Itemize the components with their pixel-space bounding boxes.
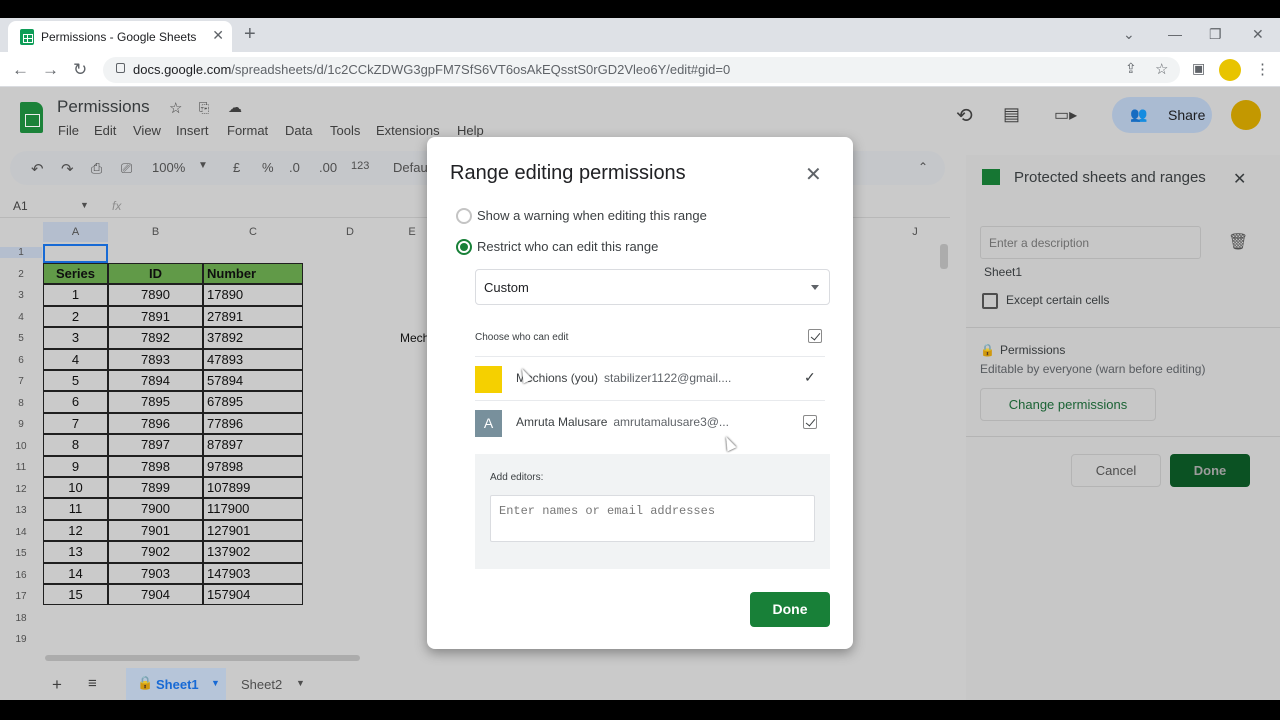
address-bar[interactable]: docs.google.com/spreadsheets/d/1c2CCkZDW… bbox=[103, 57, 1180, 83]
restore-icon[interactable]: ❐ bbox=[1209, 26, 1222, 43]
window-close-icon[interactable]: ✕ bbox=[1252, 26, 1264, 43]
editor-name: Amruta Malusare amrutamalusare3@... bbox=[516, 415, 729, 429]
url-text: docs.google.com/spreadsheets/d/1c2CCkZDW… bbox=[133, 62, 731, 77]
select-all-checkbox[interactable] bbox=[808, 329, 822, 343]
user-avatar-image bbox=[475, 366, 502, 393]
dialog-title: Range editing permissions bbox=[450, 162, 686, 184]
editor-checkbox[interactable] bbox=[803, 415, 817, 429]
restrict-radio[interactable] bbox=[456, 239, 472, 255]
editor-row: A Amruta Malusare amrutamalusare3@... bbox=[475, 400, 825, 444]
warn-option-label[interactable]: Show a warning when editing this range bbox=[477, 208, 707, 223]
add-editors-input[interactable]: Enter names or email addresses bbox=[490, 495, 815, 542]
dialog-done-button[interactable]: Done bbox=[750, 592, 830, 627]
browser-menu-icon[interactable]: ⋮ bbox=[1255, 60, 1270, 78]
tab-strip: Permissions - Google Sheets ✕ bbox=[0, 18, 1280, 52]
add-editors-section: Add editors: Enter names or email addres… bbox=[475, 454, 830, 569]
range-permissions-dialog: Range editing permissions ✕ Show a warni… bbox=[427, 137, 853, 649]
user-avatar-letter: A bbox=[475, 410, 502, 437]
tab-search-icon[interactable]: ⌄ bbox=[1123, 26, 1135, 43]
restrict-option-label[interactable]: Restrict who can edit this range bbox=[477, 239, 658, 254]
screen: Permissions - Google Sheets ✕ + ⌄ — ❐ ✕ … bbox=[0, 0, 1280, 720]
browser-tab[interactable]: Permissions - Google Sheets ✕ bbox=[8, 21, 232, 52]
close-tab-icon[interactable]: ✕ bbox=[212, 27, 224, 44]
dialog-close-icon[interactable]: ✕ bbox=[805, 162, 822, 187]
editor-name: Mechions (you) stabilizer1122@gmail.... bbox=[516, 371, 732, 385]
editor-check-icon[interactable]: ✓ bbox=[804, 369, 816, 386]
choose-editors-label: Choose who can edit bbox=[475, 332, 569, 343]
access-select[interactable]: Custom bbox=[475, 269, 830, 305]
new-tab-button[interactable]: + bbox=[244, 24, 256, 44]
side-panel-icon[interactable]: ▣ bbox=[1192, 60, 1205, 77]
minimize-icon[interactable]: — bbox=[1168, 26, 1182, 42]
reload-icon[interactable]: ↻ bbox=[73, 60, 87, 80]
access-select-value: Custom bbox=[484, 280, 529, 295]
warn-radio[interactable] bbox=[456, 208, 472, 224]
tab-title: Permissions - Google Sheets bbox=[41, 30, 197, 44]
bookmark-star-icon[interactable]: ☆ bbox=[1155, 60, 1168, 78]
dropdown-caret-icon bbox=[811, 285, 819, 290]
lock-icon bbox=[116, 63, 125, 73]
profile-avatar[interactable] bbox=[1219, 59, 1241, 81]
share-page-icon[interactable]: ⇪ bbox=[1125, 60, 1137, 77]
forward-icon[interactable]: → bbox=[42, 60, 59, 80]
add-editors-label: Add editors: bbox=[490, 472, 544, 483]
sheets-favicon-icon bbox=[20, 29, 34, 45]
back-icon[interactable]: ← bbox=[12, 60, 29, 80]
